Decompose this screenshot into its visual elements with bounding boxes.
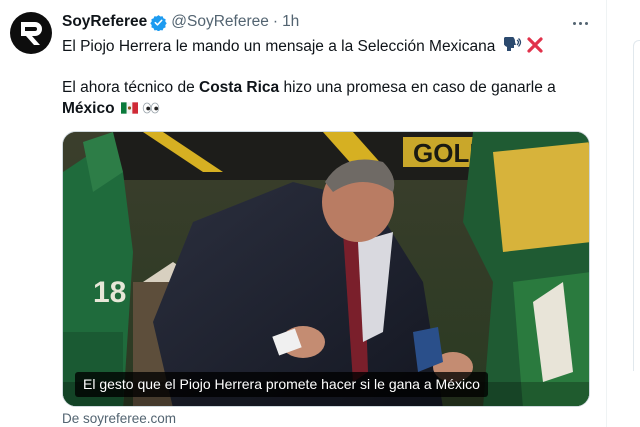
tweet-text-line-2: El ahora técnico de Costa Rica hizo una …	[62, 78, 556, 98]
media-source-link[interactable]: De soyreferee.com	[62, 411, 176, 426]
mexico-flag-icon	[120, 102, 138, 114]
right-sidebar-edge	[607, 0, 640, 427]
tweet-card[interactable]: SoyReferee @SoyReferee · 1h El Piojo Her…	[0, 0, 606, 427]
text-segment: hizo una promesa en caso de ganarle a	[279, 79, 556, 96]
eyes-icon	[142, 102, 160, 114]
svg-text:18: 18	[93, 276, 126, 309]
video-frame-image: GOLD C 18	[63, 132, 589, 406]
bold-costa-rica: Costa Rica	[199, 79, 280, 96]
tweet-headline: El Piojo Herrera le mando un mensaje a l…	[62, 38, 496, 55]
tweet-text-line-1: El Piojo Herrera le mando un mensaje a l…	[62, 35, 543, 57]
tweet-header: SoyReferee @SoyReferee · 1h	[62, 13, 299, 31]
tweet-timestamp[interactable]: 1h	[282, 13, 299, 31]
more-options-icon[interactable]	[568, 14, 592, 32]
speaking-head-icon	[502, 35, 521, 51]
video-thumbnail[interactable]: GOLD C 18	[62, 131, 590, 407]
text-segment: El ahora técnico de	[62, 79, 200, 96]
bold-mexico: México	[62, 100, 115, 117]
separator-dot: ·	[272, 13, 279, 30]
soyreferee-logo-icon[interactable]	[10, 12, 52, 54]
author-handle[interactable]: @SoyReferee	[171, 13, 269, 31]
red-x-icon	[527, 37, 543, 53]
verified-badge-icon	[150, 14, 168, 31]
tweet-text-line-3: México	[62, 99, 160, 119]
author-name[interactable]: SoyReferee	[62, 13, 147, 31]
video-caption: El gesto que el Piojo Herrera promete ha…	[75, 372, 488, 397]
sidebar-card-edge	[633, 40, 640, 371]
